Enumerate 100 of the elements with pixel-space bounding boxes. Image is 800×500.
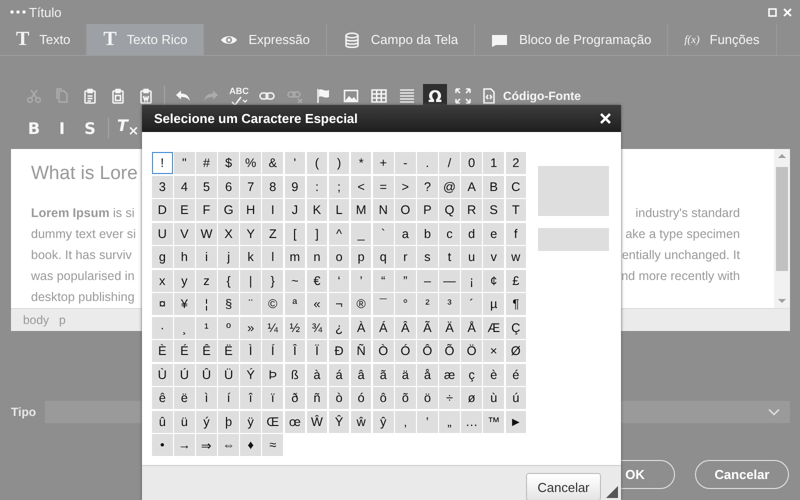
character-cell[interactable]: P [417,199,438,221]
character-cell[interactable]: { [218,270,239,292]
character-cell[interactable]: 2 [506,152,526,174]
character-cell[interactable]: U [152,222,173,244]
character-cell[interactable]: T [506,199,526,221]
character-cell[interactable]: _ [350,222,372,244]
character-cell[interactable]: 4 [174,176,195,198]
character-cell[interactable]: ç [461,364,482,386]
character-cell[interactable]: : [306,176,328,198]
character-cell[interactable]: 9 [284,176,306,198]
character-cell[interactable]: 3 [152,176,173,198]
character-cell[interactable]: Y [240,222,261,244]
character-cell[interactable]: ï [262,387,284,409]
character-cell[interactable]: L [328,199,350,221]
character-cell[interactable]: “ [372,270,394,292]
character-cell[interactable]: æ [439,364,460,386]
character-cell[interactable]: ÷ [439,387,460,409]
character-cell[interactable]: Ç [506,316,526,338]
character-cell[interactable]: ª [284,293,306,315]
dots-icon[interactable] [10,10,26,14]
character-cell[interactable]: $ [218,152,239,174]
character-cell[interactable]: * [350,152,372,174]
character-cell[interactable]: ¯ [372,293,394,315]
character-cell[interactable]: F [196,199,217,221]
character-cell[interactable]: Ò [372,340,394,362]
character-cell[interactable]: ¾ [306,316,328,338]
character-cell[interactable]: £ [506,270,526,292]
character-cell[interactable]: ~ [284,270,306,292]
character-cell[interactable]: ¸ [174,316,195,338]
character-cell[interactable]: º [218,316,239,338]
character-cell[interactable]: Ö [461,340,482,362]
character-cell[interactable]: Õ [439,340,460,362]
character-cell[interactable]: Ã [417,316,438,338]
character-cell[interactable]: h [174,246,195,268]
character-cell[interactable]: a [395,222,416,244]
character-cell[interactable]: / [439,152,460,174]
character-cell[interactable]: 6 [218,176,239,198]
character-cell[interactable]: ½ [284,316,306,338]
character-cell[interactable]: Z [262,222,284,244]
character-cell[interactable]: È [152,340,173,362]
character-cell[interactable]: ‛ [417,410,438,432]
character-cell[interactable]: ù [483,387,504,409]
character-cell[interactable]: Ø [506,340,526,362]
character-cell[interactable]: © [262,293,284,315]
character-cell[interactable]: × [483,340,504,362]
character-cell[interactable]: X [218,222,239,244]
character-cell[interactable]: 0 [461,152,482,174]
character-cell[interactable]: < [350,176,372,198]
character-cell[interactable]: ' [284,152,306,174]
character-cell[interactable]: ú [506,387,526,409]
character-cell[interactable]: G [218,199,239,221]
character-cell[interactable]: å [417,364,438,386]
character-cell[interactable]: z [196,270,217,292]
character-cell[interactable]: ] [306,222,328,244]
character-cell[interactable]: c [439,222,460,244]
character-cell[interactable]: x [152,270,173,292]
character-cell[interactable]: ¢ [483,270,504,292]
character-cell[interactable]: Û [196,364,217,386]
character-cell[interactable]: Q [439,199,460,221]
character-cell[interactable]: ð [284,387,306,409]
character-cell[interactable]: + [372,152,394,174]
character-cell[interactable]: → [174,434,195,456]
character-cell[interactable]: … [461,410,482,432]
character-cell[interactable]: ŷ [372,410,394,432]
character-cell[interactable]: À [350,316,372,338]
character-cell[interactable]: ¿ [328,316,350,338]
character-cell[interactable]: É [174,340,195,362]
character-cell[interactable]: | [240,270,261,292]
character-cell[interactable]: ¹ [196,316,217,338]
character-cell[interactable]: [ [284,222,306,244]
character-cell[interactable]: ♦ [240,434,261,456]
character-cell[interactable]: = [372,176,394,198]
character-cell[interactable]: è [483,364,504,386]
resize-grip-icon[interactable] [606,486,618,498]
character-cell[interactable]: ß [284,364,306,386]
character-cell[interactable]: ™ [483,410,504,432]
character-cell[interactable]: ( [306,152,328,174]
character-cell[interactable]: Œ [262,410,284,432]
character-cell[interactable]: 8 [262,176,284,198]
character-cell[interactable]: ó [350,387,372,409]
character-cell[interactable]: Ŷ [328,410,350,432]
character-cell[interactable]: t [439,246,460,268]
character-cell[interactable]: » [240,316,261,338]
character-cell[interactable]: — [439,270,460,292]
character-cell[interactable]: q [372,246,394,268]
character-cell[interactable]: ⇔ [218,434,239,456]
character-cell[interactable]: ÿ [240,410,261,432]
character-cell[interactable]: à [306,364,328,386]
maximize-icon[interactable] [768,8,777,16]
character-cell[interactable]: œ [284,410,306,432]
character-cell[interactable]: õ [395,387,416,409]
character-cell[interactable]: ¤ [152,293,173,315]
character-cell[interactable]: u [461,246,482,268]
character-cell[interactable]: o [328,246,350,268]
character-cell[interactable]: Ü [218,364,239,386]
character-cell[interactable]: > [395,176,416,198]
character-cell[interactable]: ¡ [461,270,482,292]
character-cell[interactable]: ° [395,293,416,315]
character-cell[interactable]: } [262,270,284,292]
character-cell[interactable]: ý [196,410,217,432]
